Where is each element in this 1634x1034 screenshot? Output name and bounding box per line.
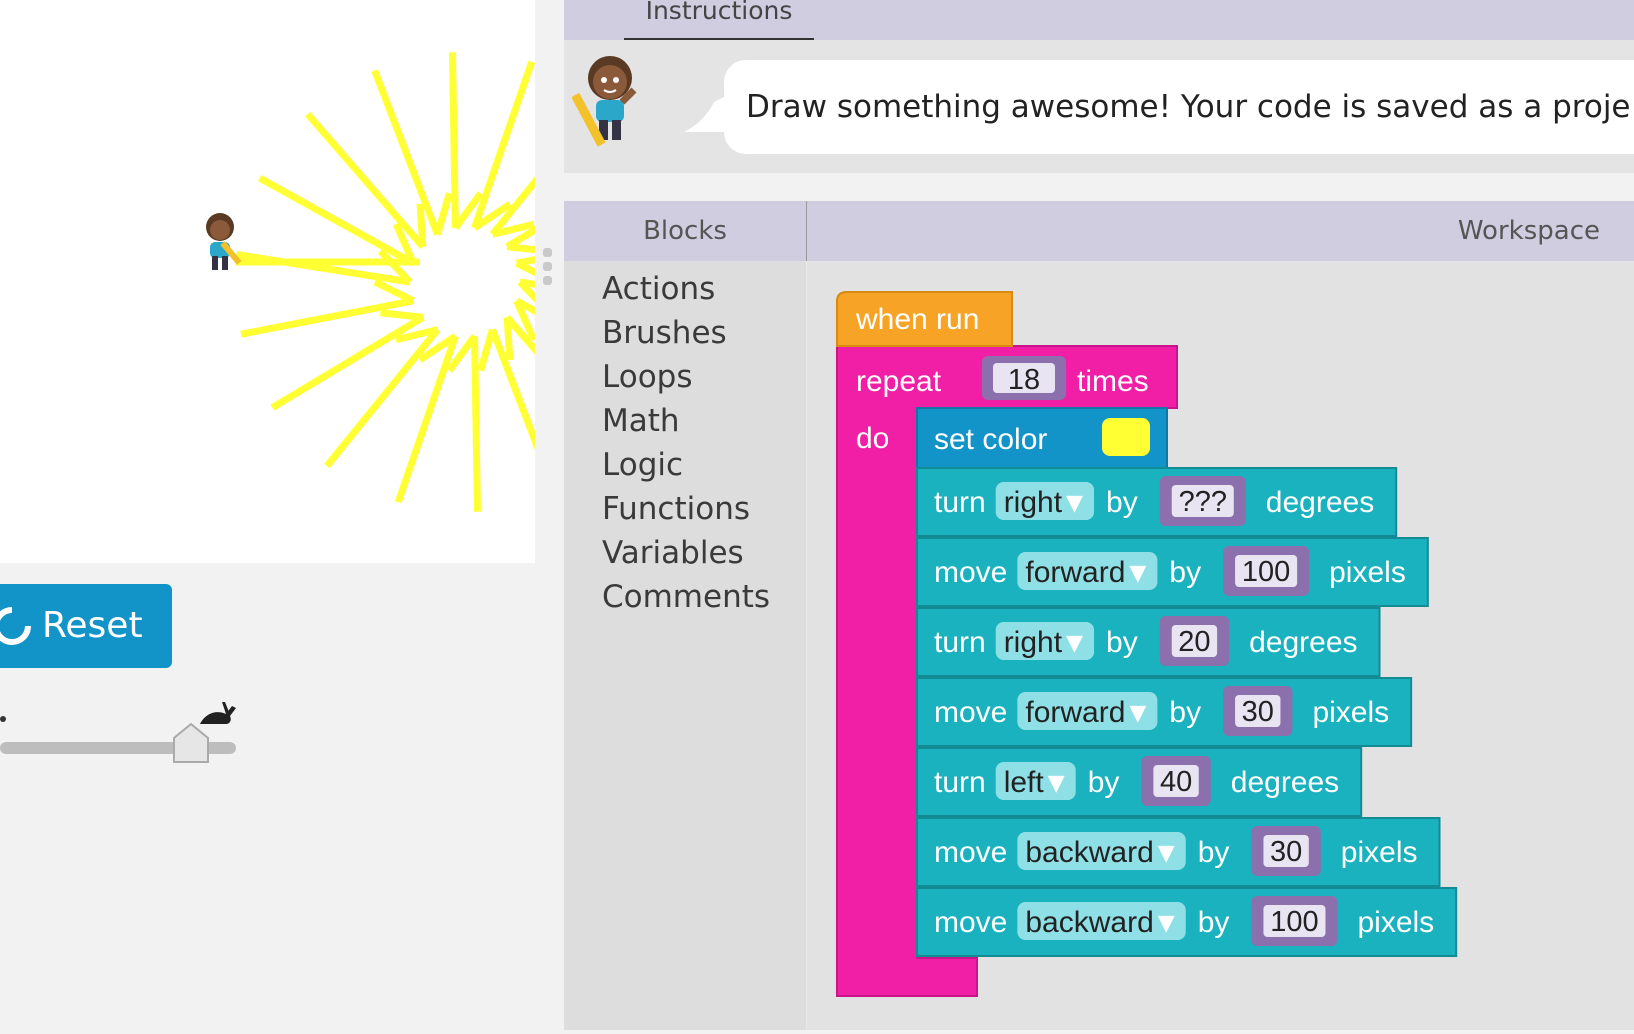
- direction-value: forward: [1025, 696, 1125, 729]
- rabbit-icon: [200, 702, 236, 724]
- number-value: 30: [1242, 696, 1274, 728]
- direction-value: backward: [1025, 836, 1153, 869]
- drawn-line: [380, 309, 424, 321]
- unit-label: pixels: [1341, 836, 1418, 869]
- unit-label: degrees: [1249, 626, 1357, 659]
- drawing-canvas: [0, 0, 694, 563]
- workspace: when run repeat 18 times do set color tu…: [807, 261, 1634, 1030]
- toolbox: Actions Brushes Loops Math Logic Functio…: [564, 261, 806, 1030]
- statement-list: turn right ▼ by??? degreesmove forward ▼ by 100 p…: [916, 467, 1458, 957]
- drawing-output: [236, 52, 694, 512]
- direction-value: right: [1004, 626, 1063, 659]
- direction-value: forward: [1025, 556, 1125, 589]
- statement-verb: turn: [934, 766, 986, 799]
- category-logic[interactable]: Logic: [602, 447, 683, 483]
- unit-label: degrees: [1231, 766, 1339, 799]
- category-brushes[interactable]: Brushes: [602, 315, 727, 351]
- number-value: 30: [1270, 836, 1302, 868]
- repeat-count: 18: [1008, 364, 1040, 396]
- statement-verb: move: [934, 906, 1007, 939]
- color-swatch[interactable]: [1102, 418, 1150, 456]
- statement-verb: move: [934, 556, 1007, 589]
- dropdown-arrow-icon: ▼: [1158, 841, 1175, 866]
- category-functions[interactable]: Functions: [602, 491, 750, 527]
- drawn-line: [489, 328, 559, 495]
- drawn-line: [258, 174, 416, 267]
- number-value: 20: [1178, 626, 1210, 658]
- unit-label: pixels: [1329, 556, 1406, 589]
- by-label: by: [1198, 836, 1230, 869]
- category-math[interactable]: Math: [602, 403, 680, 439]
- dropdown-arrow-icon: ▼: [1066, 491, 1083, 516]
- category-loops[interactable]: Loops: [602, 359, 693, 395]
- pane-splitter[interactable]: [543, 248, 553, 288]
- by-label: by: [1106, 486, 1138, 519]
- by-label: by: [1169, 696, 1201, 729]
- direction-value: backward: [1025, 906, 1153, 939]
- drawn-line: [416, 203, 427, 247]
- tab-instructions[interactable]: Instructions: [624, 0, 814, 41]
- repeat-times-label: times: [1077, 365, 1149, 398]
- direction-value: right: [1004, 486, 1063, 519]
- drawn-line: [394, 335, 459, 504]
- drawn-line: [471, 336, 482, 512]
- statement-verb: turn: [934, 626, 986, 659]
- category-actions[interactable]: Actions: [602, 271, 715, 307]
- drawn-line: [471, 60, 536, 229]
- workspace-header: Workspace: [807, 201, 1634, 261]
- reset-label: Reset: [42, 605, 143, 646]
- divider: [564, 173, 1634, 201]
- direction-value: left: [1004, 766, 1045, 799]
- drawn-line: [240, 297, 414, 338]
- category-comments[interactable]: Comments: [602, 579, 770, 615]
- by-label: by: [1198, 906, 1230, 939]
- number-value: 100: [1270, 906, 1318, 938]
- repeat-label: repeat: [856, 365, 942, 398]
- artist-character: [206, 213, 242, 270]
- slow-icon: [0, 716, 6, 722]
- set-color-label: set color: [934, 423, 1047, 456]
- dropdown-arrow-icon: ▼: [1048, 771, 1065, 796]
- drawn-line: [448, 52, 459, 228]
- unit-label: pixels: [1357, 906, 1434, 939]
- number-value: 100: [1242, 556, 1290, 588]
- avatar-character: [572, 56, 637, 147]
- instructions-message: Draw something awesome! Your code is sav…: [724, 60, 1634, 154]
- statement-verb: turn: [934, 486, 986, 519]
- by-label: by: [1106, 626, 1138, 659]
- drawn-line: [506, 243, 550, 255]
- statement-verb: move: [934, 836, 1007, 869]
- blocks-header: Blocks: [564, 201, 807, 261]
- drawn-line: [305, 111, 426, 249]
- drawn-line: [371, 69, 441, 236]
- drawn-line: [515, 260, 557, 286]
- number-value: ???: [1179, 486, 1227, 518]
- dropdown-arrow-icon: ▼: [1129, 701, 1146, 726]
- drawn-line: [503, 317, 514, 361]
- reset-button[interactable]: Reset: [0, 584, 172, 668]
- category-variables[interactable]: Variables: [602, 535, 744, 571]
- unit-label: pixels: [1312, 696, 1389, 729]
- unit-label: degrees: [1266, 486, 1374, 519]
- by-label: by: [1088, 766, 1120, 799]
- drawn-line: [477, 328, 496, 372]
- by-label: by: [1169, 556, 1201, 589]
- statement-verb: move: [934, 696, 1007, 729]
- block-program: when run repeat 18 times do set color tu…: [836, 291, 1458, 997]
- number-value: 40: [1160, 766, 1192, 798]
- dropdown-arrow-icon: ▼: [1129, 561, 1146, 586]
- drawn-line: [434, 192, 453, 236]
- dropdown-arrow-icon: ▼: [1066, 631, 1083, 656]
- when-run-label: when run: [855, 303, 979, 336]
- do-label: do: [856, 422, 889, 455]
- drawn-line: [270, 314, 425, 411]
- dropdown-arrow-icon: ▼: [1158, 911, 1175, 936]
- reset-icon: [0, 607, 31, 645]
